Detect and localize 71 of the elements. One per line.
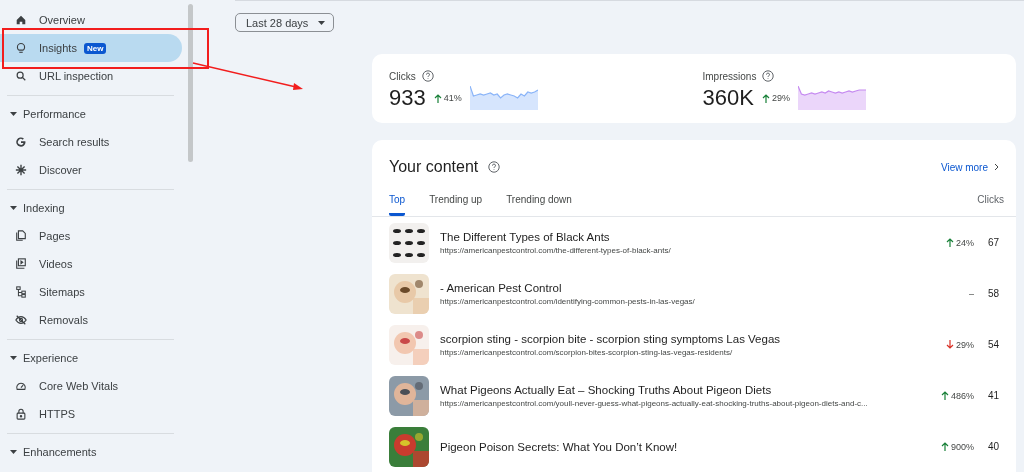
lock-icon <box>15 408 27 420</box>
trend-change: – <box>969 288 974 299</box>
sparkline-drawing <box>469 86 538 111</box>
sitemap-icon <box>15 286 27 298</box>
nav-item[interactable]: Insights New <box>0 34 182 62</box>
new-badge: New <box>83 42 107 54</box>
gauge-icon <box>15 380 27 392</box>
clicks-count: 58 <box>986 288 999 299</box>
nav-item[interactable]: URL inspection <box>0 62 182 90</box>
column-header: Clicks <box>977 194 1004 207</box>
help-icon[interactable] <box>488 161 501 173</box>
nav-item[interactable]: Sitemaps <box>0 278 182 306</box>
chevron-right-icon <box>994 163 999 171</box>
metric-label: Clicks <box>389 70 416 82</box>
sparkline-drawing <box>797 86 866 111</box>
tab[interactable]: Top <box>389 194 406 216</box>
nav-item[interactable]: Search results <box>0 128 182 156</box>
nav-item[interactable]: Removals <box>0 306 182 334</box>
page-url: https://americanpestcontrol.com/youll-never-guess-what-pigeons-actually-eat-shocking-truths-about-pigeon-diets-and-c... <box>440 398 869 408</box>
metric-change: 29% <box>761 93 790 104</box>
tab[interactable]: Trending up <box>429 194 483 216</box>
clicks-count: 67 <box>986 237 999 248</box>
caret-icon <box>10 112 17 116</box>
nav-item[interactable]: Pages <box>0 222 182 250</box>
nav-section[interactable]: Indexing <box>0 194 188 222</box>
page-title[interactable]: Pigeon Poison Secrets: What You Don’t Know! <box>440 440 930 453</box>
card-title: Your content <box>389 158 479 176</box>
caret-icon <box>318 20 326 25</box>
view-more-link[interactable]: View more <box>940 161 999 173</box>
scrollbar[interactable] <box>188 4 193 162</box>
metric-value: 933 <box>389 85 426 112</box>
help-icon[interactable] <box>762 70 775 83</box>
nav-section[interactable]: Performance <box>0 100 188 128</box>
g-letter-icon <box>15 136 27 148</box>
nav-item[interactable]: Videos <box>0 250 182 278</box>
nav-item[interactable]: Overview <box>0 6 182 34</box>
asterisk-icon <box>15 164 27 176</box>
metric-value: 360K <box>702 85 754 112</box>
trend-change: 29% <box>946 339 974 350</box>
clicks-count: 41 <box>986 390 999 401</box>
clicks-count: 54 <box>986 339 999 350</box>
page-title[interactable]: - American Pest Control <box>440 281 958 294</box>
caret-icon <box>10 356 17 360</box>
pages-icon <box>15 230 27 242</box>
nav-item[interactable]: Discover <box>0 156 182 184</box>
page-url: https://americanpestcontrol.com/scorpion-bites-scorpion-sting-las-vegas-residents/ <box>440 347 734 357</box>
nav-item[interactable]: Core Web Vitals <box>0 372 182 400</box>
page-title[interactable]: scorpion sting - scorpion bite - scorpion sting symptoms Las Vegas <box>440 332 935 345</box>
nav-section[interactable]: Enhancements <box>0 438 188 466</box>
clicks-count: 40 <box>986 441 999 452</box>
caret-icon <box>10 206 17 210</box>
lightbulb-icon <box>15 42 27 54</box>
page-url: https://americanpestcontrol.com/the-different-types-of-black-ants/ <box>440 245 672 255</box>
trend-change: 24% <box>946 237 974 248</box>
page-title[interactable]: The Different Types of Black Ants <box>440 230 935 243</box>
help-icon[interactable] <box>421 70 434 83</box>
video-icon <box>15 258 27 270</box>
nav-item[interactable]: HTTPS <box>0 400 182 428</box>
date-range-dropdown[interactable]: Last 28 days <box>235 13 335 33</box>
page-url: https://americanpestcontrol.com/identifying-common-pests-in-las-vegas/ <box>440 296 696 306</box>
nav-section[interactable]: Experience <box>0 344 188 372</box>
trend-change: 486% <box>940 390 974 401</box>
page-title[interactable]: What Pigeons Actually Eat – Shocking Truths About Pigeon Diets <box>440 383 930 396</box>
tab[interactable]: Trending down <box>506 194 572 216</box>
trend-change: 900% <box>940 441 974 452</box>
metric-label: Impressions <box>702 70 757 82</box>
metric-change: 41% <box>433 93 462 104</box>
eye-off-icon <box>15 314 27 326</box>
home-icon <box>15 14 27 26</box>
search-icon <box>15 70 27 82</box>
caret-icon <box>10 450 17 454</box>
